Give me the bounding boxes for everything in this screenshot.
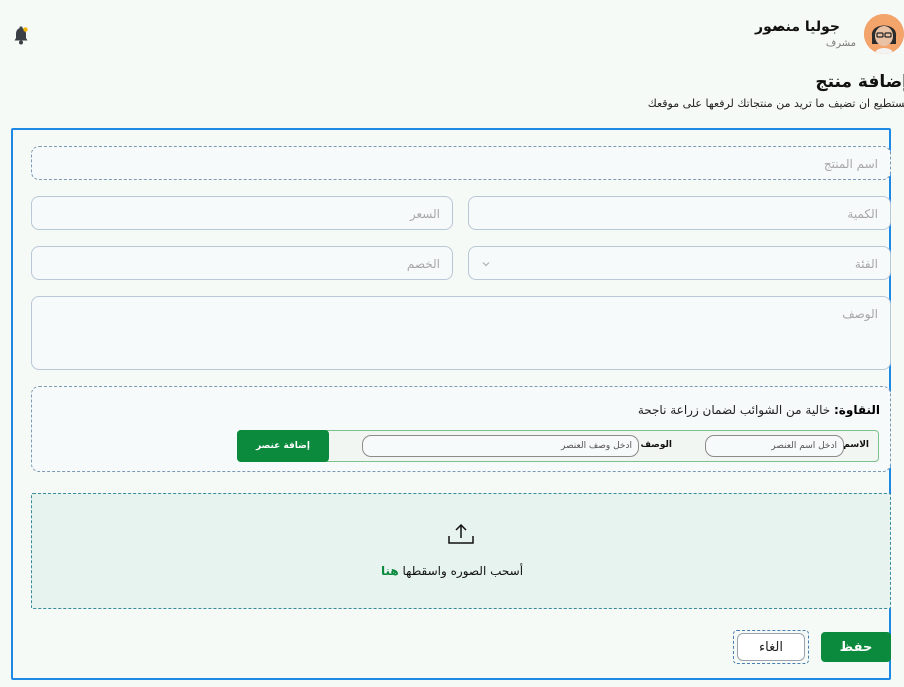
- user-role: مشرف: [825, 38, 856, 49]
- save-button[interactable]: حفظ: [821, 632, 891, 662]
- avatar-image: [864, 14, 904, 54]
- discount-input[interactable]: الخصم: [31, 246, 453, 280]
- purity-text: خالية من الشوائب لضمان زراعة ناجحة: [637, 403, 834, 417]
- add-item-button[interactable]: إضافة عنصر: [237, 430, 329, 462]
- item-desc-label: الوصف: [640, 440, 672, 450]
- item-name-input[interactable]: ادخل اسم العنصر: [705, 435, 844, 457]
- upload-icon: [448, 523, 474, 544]
- purity-feature: النقاوة: خالية من الشوائب لضمان زراعة نا…: [638, 403, 880, 417]
- dropzone-instruction: أسحب الصوره واسقطها: [398, 564, 524, 578]
- page-subtitle: تستطيع ان تضيف ما تريد من منتجاتك لرفعها…: [647, 97, 904, 110]
- notification-bell-icon[interactable]: [13, 26, 29, 46]
- chevron-down-icon[interactable]: [772, 22, 784, 34]
- category-select[interactable]: الفئة: [468, 246, 891, 280]
- user-name[interactable]: جوليا منصور: [755, 19, 840, 35]
- purity-label: النقاوة:: [833, 403, 880, 417]
- chevron-down-icon: [482, 262, 490, 267]
- price-input[interactable]: السعر: [31, 196, 453, 230]
- user-avatar[interactable]: [864, 14, 904, 54]
- cancel-button[interactable]: الغاء: [737, 633, 805, 661]
- page-title: إضافة منتج: [815, 72, 904, 92]
- quantity-input[interactable]: الكمية: [468, 196, 891, 230]
- image-dropzone[interactable]: [31, 493, 891, 609]
- category-select-label: الفئة: [854, 257, 878, 271]
- dropzone-link[interactable]: هنا: [381, 564, 399, 578]
- item-name-label: الاسم: [843, 440, 869, 450]
- cancel-button-wrapper: الغاء: [733, 630, 809, 664]
- dropzone-text: أسحب الصوره واسقطها هنا: [0, 564, 904, 578]
- item-desc-input[interactable]: ادخل وصف العنصر: [362, 435, 639, 457]
- product-name-input[interactable]: اسم المنتج: [31, 146, 891, 180]
- description-textarea[interactable]: الوصف: [31, 296, 891, 370]
